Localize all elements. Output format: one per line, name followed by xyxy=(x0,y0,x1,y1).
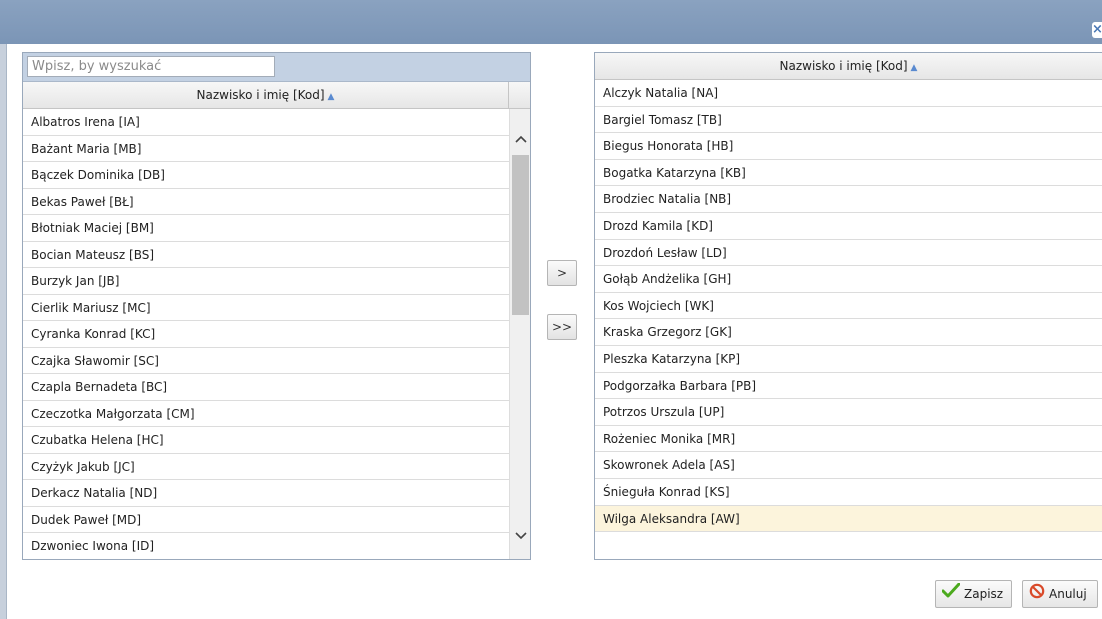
list-item[interactable]: Błotniak Maciej [BM] xyxy=(23,215,509,242)
list-item[interactable]: Bargiel Tomasz [TB] xyxy=(595,107,1102,134)
close-icon: × xyxy=(1092,22,1102,37)
column-header-label: Nazwisko i imię [Kod] xyxy=(779,59,908,73)
move-selected-label: > xyxy=(556,266,568,280)
check-icon xyxy=(941,582,961,608)
move-all-button[interactable]: >> xyxy=(547,314,577,340)
available-list-scrollbar[interactable] xyxy=(509,109,530,559)
selected-list-panel: Nazwisko i imię [Kod] ▲ Alczyk Natalia [N… xyxy=(594,52,1102,560)
list-item[interactable]: Pleszka Katarzyna [KP] xyxy=(595,346,1102,373)
list-item[interactable]: Bączek Dominika [DB] xyxy=(23,162,509,189)
header-gutter xyxy=(509,82,530,109)
list-item[interactable]: Bogatka Katarzyna [KB] xyxy=(595,160,1102,187)
scroll-thumb[interactable] xyxy=(512,155,529,315)
available-list: Albatros Irena [IA] Bażant Maria [MB] Bącz… xyxy=(23,109,509,559)
available-column-header[interactable]: Nazwisko i imię [Kod] ▲ xyxy=(23,82,509,109)
list-item[interactable]: Brodziec Natalia [NB] xyxy=(595,186,1102,213)
save-button[interactable]: Zapisz xyxy=(935,580,1012,608)
list-item[interactable]: Dzwoniec Iwona [ID] xyxy=(23,533,509,559)
close-button[interactable]: × xyxy=(1092,22,1102,38)
selected-list: Alczyk Natalia [NA] Bargiel Tomasz [TB] Bi… xyxy=(595,80,1102,533)
sort-ascending-icon: ▲ xyxy=(327,92,335,102)
list-item[interactable]: Burzyk Jan [JB] xyxy=(23,268,509,295)
list-item[interactable]: Czeczotka Małgorzata [CM] xyxy=(23,401,509,427)
search-input[interactable] xyxy=(27,56,275,77)
list-item[interactable]: Cierlik Mariusz [MC] xyxy=(23,295,509,321)
list-item[interactable]: Śnieguła Konrad [KS] xyxy=(595,479,1102,506)
list-item[interactable]: Derkacz Natalia [ND] xyxy=(23,480,509,507)
list-item[interactable]: Alczyk Natalia [NA] xyxy=(595,80,1102,107)
list-item[interactable]: Dudek Paweł [MD] xyxy=(23,507,509,533)
list-item[interactable]: Kraska Grzegorz [GK] xyxy=(595,319,1102,346)
scroll-up-icon[interactable] xyxy=(510,131,530,149)
list-item[interactable]: Czajka Sławomir [SC] xyxy=(23,348,509,374)
list-item[interactable]: Bekas Paweł [BŁ] xyxy=(23,189,509,215)
list-item[interactable]: Cyranka Konrad [KC] xyxy=(23,321,509,348)
list-item[interactable]: Drozd Kamila [KD] xyxy=(595,213,1102,240)
no-entry-icon xyxy=(1029,582,1045,608)
search-bar xyxy=(23,53,530,82)
column-header-label: Nazwisko i imię [Kod] xyxy=(196,88,325,102)
cancel-label: Anuluj xyxy=(1049,587,1087,601)
list-item[interactable]: Skowronek Adela [AS] xyxy=(595,452,1102,479)
list-item[interactable]: Albatros Irena [IA] xyxy=(23,109,509,136)
move-all-label: >> xyxy=(551,320,573,334)
list-item[interactable]: Biegus Honorata [HB] xyxy=(595,133,1102,160)
list-item[interactable]: Rożeniec Monika [MR] xyxy=(595,426,1102,453)
list-item[interactable]: Bocian Mateusz [BS] xyxy=(23,242,509,268)
list-item[interactable]: Czyżyk Jakub [JC] xyxy=(23,454,509,480)
selected-column-header[interactable]: Nazwisko i imię [Kod] ▲ xyxy=(595,53,1102,80)
list-item[interactable]: Podgorzałka Barbara [PB] xyxy=(595,373,1102,400)
dialog-titlebar: × xyxy=(0,0,1102,44)
save-label: Zapisz xyxy=(964,587,1004,601)
cancel-button[interactable]: Anuluj xyxy=(1022,580,1098,608)
list-item[interactable]: Kos Wojciech [WK] xyxy=(595,293,1102,320)
scroll-down-icon[interactable] xyxy=(510,528,530,546)
list-item[interactable]: Bażant Maria [MB] xyxy=(23,136,509,162)
list-item[interactable]: Czubatka Helena [HC] xyxy=(23,427,509,454)
list-item[interactable]: Potrzos Urszula [UP] xyxy=(595,399,1102,426)
list-item[interactable]: Wilga Aleksandra [AW] xyxy=(595,505,1102,533)
sort-ascending-icon: ▲ xyxy=(910,63,918,73)
dialog-left-frame xyxy=(0,44,7,619)
list-item[interactable]: Gołąb Andżelika [GH] xyxy=(595,266,1102,293)
move-selected-button[interactable]: > xyxy=(547,260,577,286)
list-item[interactable]: Czapla Bernadeta [BC] xyxy=(23,374,509,401)
list-item[interactable]: Drozdoń Lesław [LD] xyxy=(595,240,1102,267)
available-list-panel: Nazwisko i imię [Kod]▲ Albatros Irena [I… xyxy=(22,52,531,560)
